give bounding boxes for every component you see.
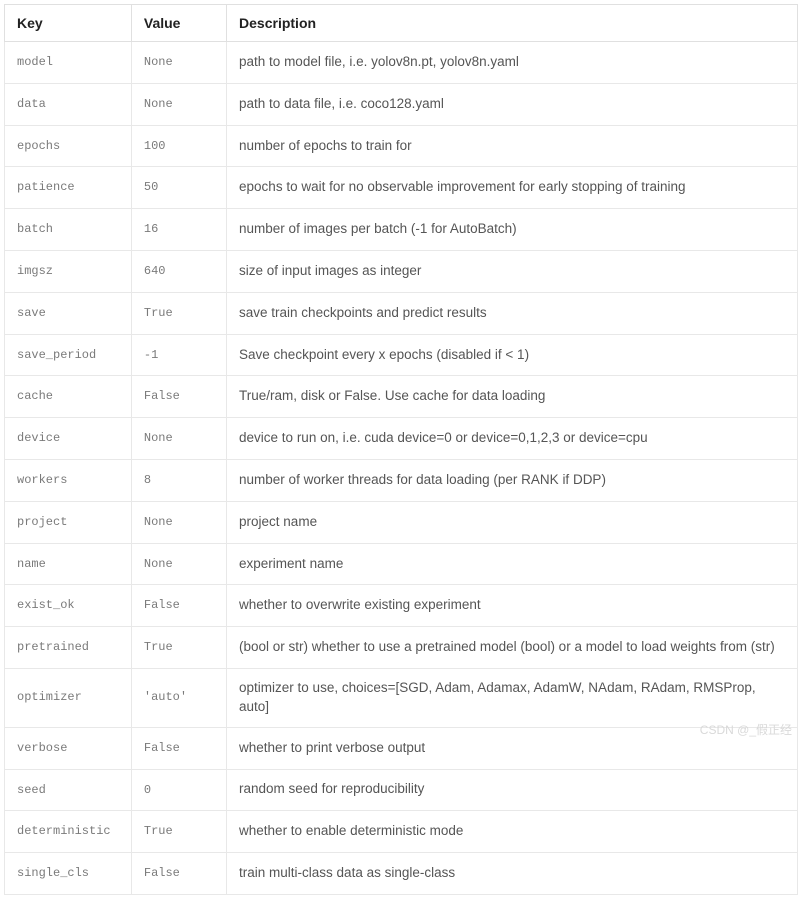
param-key: patience [5,167,132,209]
table-row: workers8number of worker threads for dat… [5,459,798,501]
table-row: saveTruesave train checkpoints and predi… [5,292,798,334]
table-row: projectNoneproject name [5,501,798,543]
param-key: name [5,543,132,585]
param-key: model [5,42,132,84]
param-key: single_cls [5,853,132,895]
param-description: path to data file, i.e. coco128.yaml [227,83,798,125]
table-row: optimizer'auto'optimizer to use, choices… [5,668,798,727]
param-key: project [5,501,132,543]
param-key: optimizer [5,668,132,727]
parameters-table: Key Value Description modelNonepath to m… [4,4,798,895]
param-description: number of epochs to train for [227,125,798,167]
param-key: deterministic [5,811,132,853]
param-value: 0 [131,769,226,811]
param-value: None [131,543,226,585]
table-row: batch16number of images per batch (-1 fo… [5,209,798,251]
param-value: 100 [131,125,226,167]
table-row: epochs100number of epochs to train for [5,125,798,167]
header-key: Key [5,5,132,42]
param-value: 640 [131,250,226,292]
param-description: project name [227,501,798,543]
param-description: whether to overwrite existing experiment [227,585,798,627]
param-key: epochs [5,125,132,167]
header-description: Description [227,5,798,42]
param-key: save [5,292,132,334]
param-value: True [131,811,226,853]
param-description: random seed for reproducibility [227,769,798,811]
param-description: (bool or str) whether to use a pretraine… [227,627,798,669]
table-row: modelNonepath to model file, i.e. yolov8… [5,42,798,84]
table-row: save_period-1Save checkpoint every x epo… [5,334,798,376]
param-description: size of input images as integer [227,250,798,292]
param-description: number of worker threads for data loadin… [227,459,798,501]
param-value: -1 [131,334,226,376]
table-row: imgsz640size of input images as integer [5,250,798,292]
param-description: epochs to wait for no observable improve… [227,167,798,209]
param-value: 16 [131,209,226,251]
table-row: deviceNonedevice to run on, i.e. cuda de… [5,418,798,460]
param-key: imgsz [5,250,132,292]
param-value: False [131,376,226,418]
table-row: deterministicTruewhether to enable deter… [5,811,798,853]
table-row: pretrainedTrue(bool or str) whether to u… [5,627,798,669]
param-key: pretrained [5,627,132,669]
param-key: verbose [5,727,132,769]
param-description: save train checkpoints and predict resul… [227,292,798,334]
param-value: None [131,83,226,125]
param-key: batch [5,209,132,251]
param-value: True [131,292,226,334]
param-description: whether to print verbose output [227,727,798,769]
param-value: False [131,853,226,895]
param-key: device [5,418,132,460]
param-value: 50 [131,167,226,209]
param-value: None [131,42,226,84]
table-row: patience50epochs to wait for no observab… [5,167,798,209]
param-value: None [131,501,226,543]
param-description: path to model file, i.e. yolov8n.pt, yol… [227,42,798,84]
param-description: whether to enable deterministic mode [227,811,798,853]
table-row: dataNonepath to data file, i.e. coco128.… [5,83,798,125]
table-row: nameNoneexperiment name [5,543,798,585]
param-value: True [131,627,226,669]
param-value: None [131,418,226,460]
param-value: 8 [131,459,226,501]
param-description: train multi-class data as single-class [227,853,798,895]
param-description: True/ram, disk or False. Use cache for d… [227,376,798,418]
param-value: 'auto' [131,668,226,727]
param-key: exist_ok [5,585,132,627]
param-value: False [131,727,226,769]
param-key: data [5,83,132,125]
header-row: Key Value Description [5,5,798,42]
table-row: exist_okFalsewhether to overwrite existi… [5,585,798,627]
param-value: False [131,585,226,627]
table-row: cacheFalseTrue/ram, disk or False. Use c… [5,376,798,418]
header-value: Value [131,5,226,42]
table-row: seed0random seed for reproducibility [5,769,798,811]
param-description: experiment name [227,543,798,585]
param-description: device to run on, i.e. cuda device=0 or … [227,418,798,460]
table-row: single_clsFalsetrain multi-class data as… [5,853,798,895]
table-row: verboseFalsewhether to print verbose out… [5,727,798,769]
param-key: save_period [5,334,132,376]
param-description: optimizer to use, choices=[SGD, Adam, Ad… [227,668,798,727]
param-key: workers [5,459,132,501]
param-key: cache [5,376,132,418]
param-description: Save checkpoint every x epochs (disabled… [227,334,798,376]
param-key: seed [5,769,132,811]
param-description: number of images per batch (-1 for AutoB… [227,209,798,251]
